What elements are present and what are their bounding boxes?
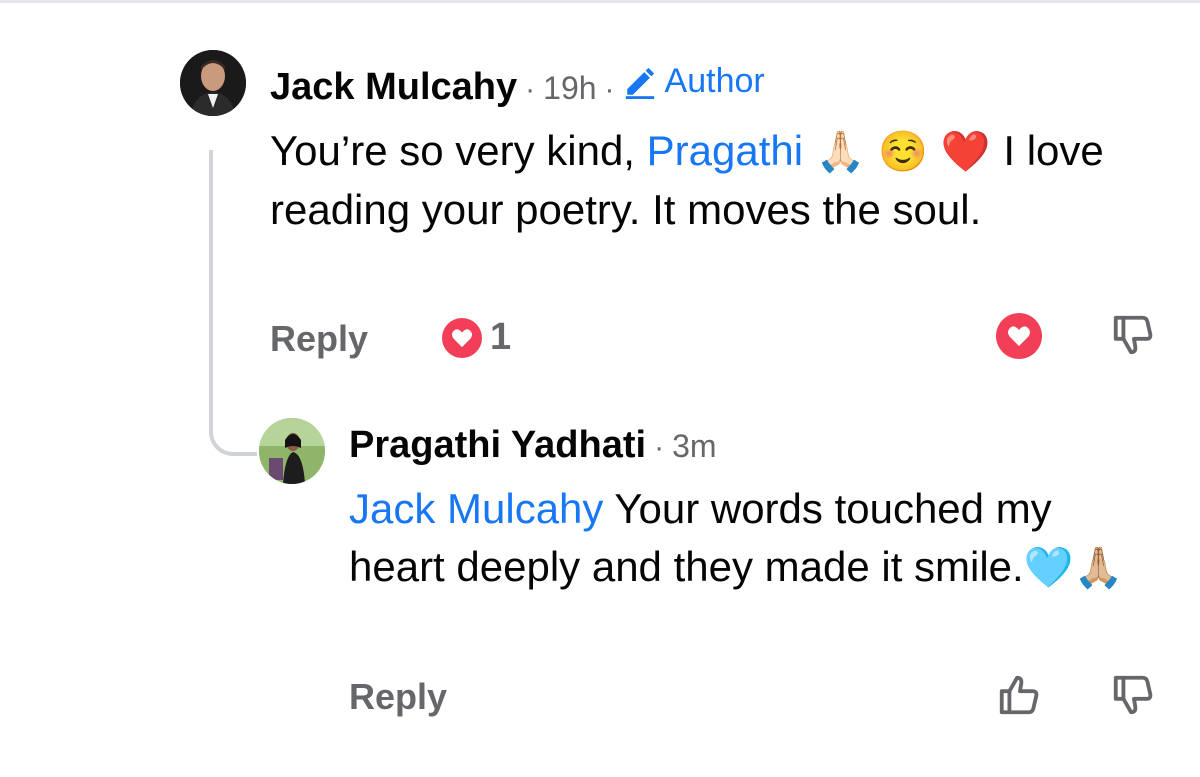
- reply-button[interactable]: Reply: [270, 318, 368, 360]
- heart-icon: [442, 317, 482, 358]
- separator-dot: ·: [654, 431, 665, 464]
- mention-link[interactable]: Pragathi: [647, 127, 803, 174]
- comment-header: Jack Mulcahy · 19h · Author: [270, 62, 765, 109]
- top-divider: [0, 0, 1200, 3]
- comment-author-name[interactable]: Jack Mulcahy: [270, 66, 517, 109]
- mention-link[interactable]: Jack Mulcahy: [349, 485, 603, 532]
- comment-body: You’re so very kind, Pragathi 🙏🏻 ☺️ ❤️ I…: [270, 122, 1170, 239]
- dislike-button[interactable]: [1110, 672, 1156, 723]
- author-badge-label: Author: [664, 62, 765, 100]
- thumbs-up-icon: [999, 675, 1039, 715]
- thumbs-down-icon: [1113, 675, 1153, 715]
- heart-icon: [1008, 326, 1030, 346]
- reaction-count: 1: [490, 316, 512, 358]
- thread-connector: [209, 150, 257, 456]
- separator-dot: ·: [604, 72, 615, 106]
- reply-button[interactable]: Reply: [349, 676, 447, 718]
- comment-header: Pragathi Yadhati · 3m: [349, 424, 717, 467]
- comment-timestamp[interactable]: 19h: [543, 70, 596, 107]
- author-badge: Author: [623, 62, 765, 101]
- thumbs-down-icon: [1113, 315, 1153, 355]
- comment-timestamp[interactable]: 3m: [672, 428, 716, 465]
- comment-text: You’re so very kind,: [270, 127, 647, 174]
- pencil-icon: [625, 67, 654, 99]
- dislike-button[interactable]: [1110, 312, 1156, 363]
- comment-author-name[interactable]: Pragathi Yadhati: [349, 424, 646, 467]
- comment-emoji: 🩵🙏🏼: [1023, 545, 1124, 591]
- avatar[interactable]: [259, 418, 325, 484]
- reaction-summary[interactable]: 1: [442, 316, 511, 359]
- like-button[interactable]: [996, 672, 1042, 723]
- avatar[interactable]: [180, 50, 246, 116]
- comment-body: Jack Mulcahy Your words touched my heart…: [349, 480, 1149, 597]
- love-react-button[interactable]: [996, 313, 1042, 359]
- comment-emoji: 🙏🏻 ☺️ ❤️: [803, 129, 1004, 175]
- separator-dot: ·: [525, 72, 536, 106]
